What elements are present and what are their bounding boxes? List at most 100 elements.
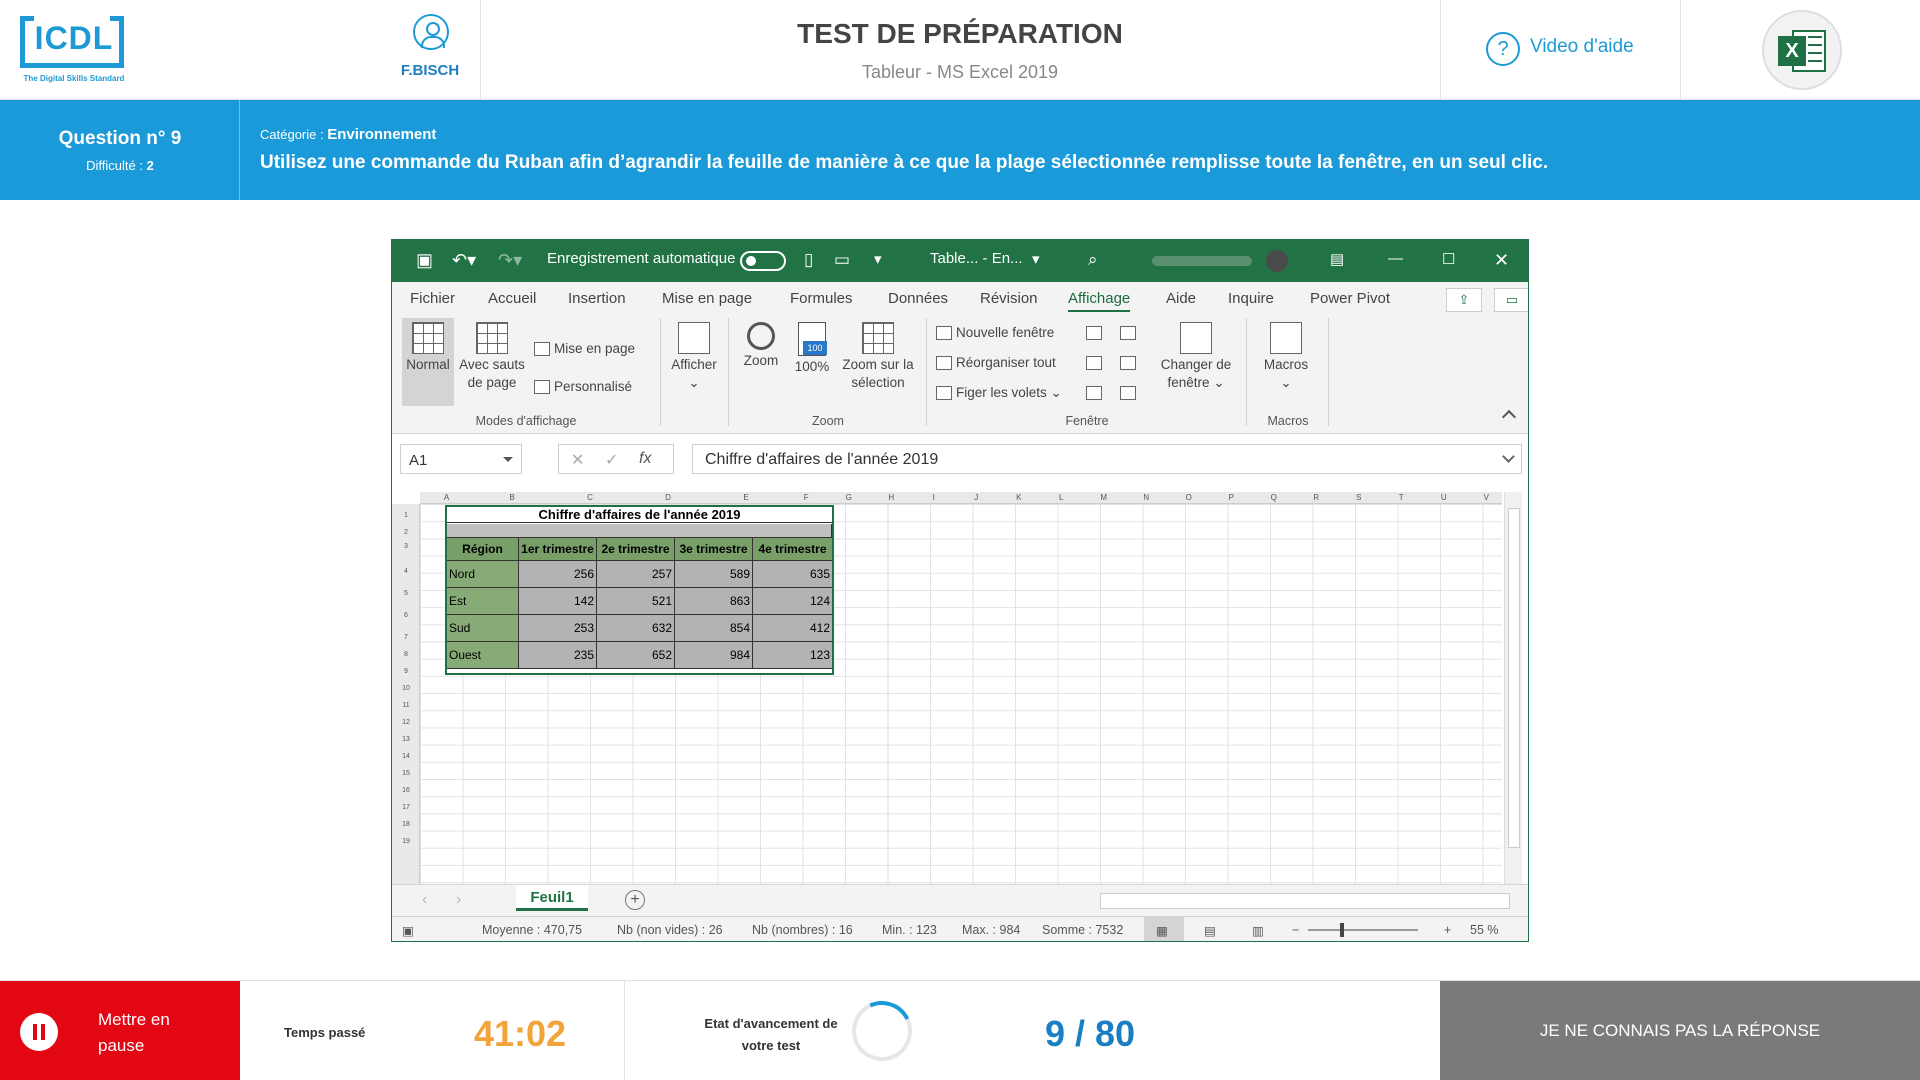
file-name-dropdown-icon[interactable]: ▾ [1032,250,1040,268]
file-name[interactable]: Table... - En... [930,250,1023,267]
page-break-view-button[interactable]: Avec sauts de page [456,322,528,392]
table-header[interactable]: 2e trimestre [597,538,675,561]
row-header[interactable]: 13 [392,736,420,743]
value-cell[interactable]: 863 [675,588,753,615]
value-cell[interactable]: 652 [597,642,675,669]
row-header[interactable]: 14 [392,753,420,760]
new-window-button[interactable]: Nouvelle fenêtre [936,324,1054,342]
column-header[interactable]: M [1083,493,1126,502]
column-header[interactable]: S [1338,493,1381,502]
macros-button[interactable]: Macros ⌄ [1254,322,1318,392]
column-header[interactable]: C [551,493,629,502]
worksheet-grid[interactable]: ABCDEFGHIJKLMNOPQRSTUV 1 2 3 4 5 6 7 8 9 10 11 12 13… [392,492,1528,884]
value-cell[interactable]: 253 [519,615,597,642]
zoom-selection-button[interactable]: Zoom sur la sélection [838,322,918,392]
tab-power-pivot[interactable]: Power Pivot [1310,290,1390,307]
value-cell[interactable]: 984 [675,642,753,669]
search-icon[interactable]: ⌕ [1088,250,1098,270]
macro-record-icon[interactable]: ▣ [402,923,414,938]
row-header[interactable]: 19 [392,838,420,845]
page-layout-status-icon[interactable]: ▤ [1204,923,1216,938]
share-button[interactable]: ⇪ [1446,288,1482,312]
value-cell[interactable]: 142 [519,588,597,615]
undo-icon[interactable]: ↶▾ [452,250,476,271]
row-header[interactable]: 10 [392,685,420,692]
page-break-status-icon[interactable]: ▥ [1252,923,1264,938]
row-header[interactable]: 11 [392,702,420,709]
hide-button[interactable] [1086,354,1106,372]
region-cell[interactable]: Est [447,588,519,615]
column-header[interactable]: F [785,493,828,502]
customize-toolbar-icon[interactable]: ▾ [874,250,882,268]
sync-scroll-button[interactable] [1120,354,1140,372]
column-header[interactable]: D [629,493,707,502]
split-button[interactable] [1086,324,1106,342]
comments-button[interactable]: ▭ [1494,288,1528,312]
sheet-tab-feuil1[interactable]: Feuil1 [516,885,588,911]
row-header[interactable]: 4 [392,568,420,575]
normal-view-status-icon[interactable]: ▦ [1156,923,1168,938]
row-header[interactable]: 17 [392,804,420,811]
close-icon[interactable]: ✕ [1494,250,1509,271]
table-title[interactable]: Chiffre d'affaires de l'année 2019 [447,507,832,523]
column-header[interactable]: A [420,493,473,502]
table-header[interactable]: 4e trimestre [753,538,832,561]
region-cell[interactable]: Sud [447,615,519,642]
zoom-level[interactable]: 55 % [1470,923,1499,937]
show-button[interactable]: Afficher ⌄ [666,322,722,392]
tab-accueil[interactable]: Accueil [488,290,536,307]
zoom-in-button[interactable]: + [1444,923,1451,937]
next-sheet-icon[interactable]: › [456,891,461,909]
value-cell[interactable]: 235 [519,642,597,669]
column-header[interactable]: G [828,493,871,502]
row-header[interactable]: 2 [392,529,420,536]
normal-view-button[interactable]: Normal [402,322,454,374]
zoom-button[interactable]: Zoom [736,322,786,370]
row-header[interactable]: 9 [392,668,420,675]
side-by-side-button[interactable] [1120,324,1140,342]
collapse-ribbon-icon[interactable] [1501,409,1517,425]
row-header[interactable]: 8 [392,651,420,658]
switch-windows-button[interactable]: Changer de fenêtre ⌄ [1154,322,1238,392]
row-header[interactable]: 5 [392,590,420,597]
vertical-scroll-thumb[interactable] [1508,508,1520,848]
value-cell[interactable]: 635 [753,561,832,588]
column-header[interactable]: L [1040,493,1083,502]
formula-input[interactable]: Chiffre d'affaires de l'année 2019 [692,444,1522,474]
column-header[interactable]: K [998,493,1041,502]
autosave-toggle[interactable] [740,251,786,271]
reset-position-button[interactable] [1120,384,1140,402]
prev-sheet-icon[interactable]: ‹ [422,891,427,909]
arrange-all-button[interactable]: Réorganiser tout [936,354,1056,372]
column-header[interactable]: U [1423,493,1466,502]
zoom-slider[interactable] [1308,923,1418,937]
enter-icon[interactable]: ✓ [605,450,618,470]
column-header[interactable]: Q [1253,493,1296,502]
row-header[interactable]: 15 [392,770,420,777]
freeze-panes-button[interactable]: Figer les volets ⌄ [936,384,1062,402]
tab-formules[interactable]: Formules [790,290,853,307]
tab-donnees[interactable]: Données [888,290,948,307]
row-header[interactable]: 12 [392,719,420,726]
insert-function-icon[interactable]: fx [639,450,651,468]
tab-revision[interactable]: Révision [980,290,1038,307]
column-header[interactable]: I [913,493,956,502]
tab-fichier[interactable]: Fichier [410,290,455,307]
redo-icon[interactable]: ↷▾ [498,250,522,271]
horizontal-scrollbar[interactable] [1100,893,1510,909]
zoom-out-button[interactable]: − [1292,923,1299,937]
revenue-table[interactable]: Chiffre d'affaires de l'année 2019 Régio… [445,505,834,675]
tab-inquire[interactable]: Inquire [1228,290,1274,307]
row-header[interactable]: 6 [392,612,420,619]
tab-insertion[interactable]: Insertion [568,290,626,307]
save-icon[interactable]: ▣ [416,250,433,271]
user-profile[interactable]: F.BISCH [380,0,480,100]
vertical-scrollbar[interactable] [1504,492,1522,884]
value-cell[interactable]: 412 [753,615,832,642]
column-header[interactable]: H [870,493,913,502]
column-header[interactable]: J [955,493,998,502]
column-header[interactable]: E [707,493,785,502]
pause-button[interactable]: Mettre en pause [0,981,240,1080]
column-header[interactable]: B [473,493,551,502]
avatar[interactable] [1266,250,1288,272]
